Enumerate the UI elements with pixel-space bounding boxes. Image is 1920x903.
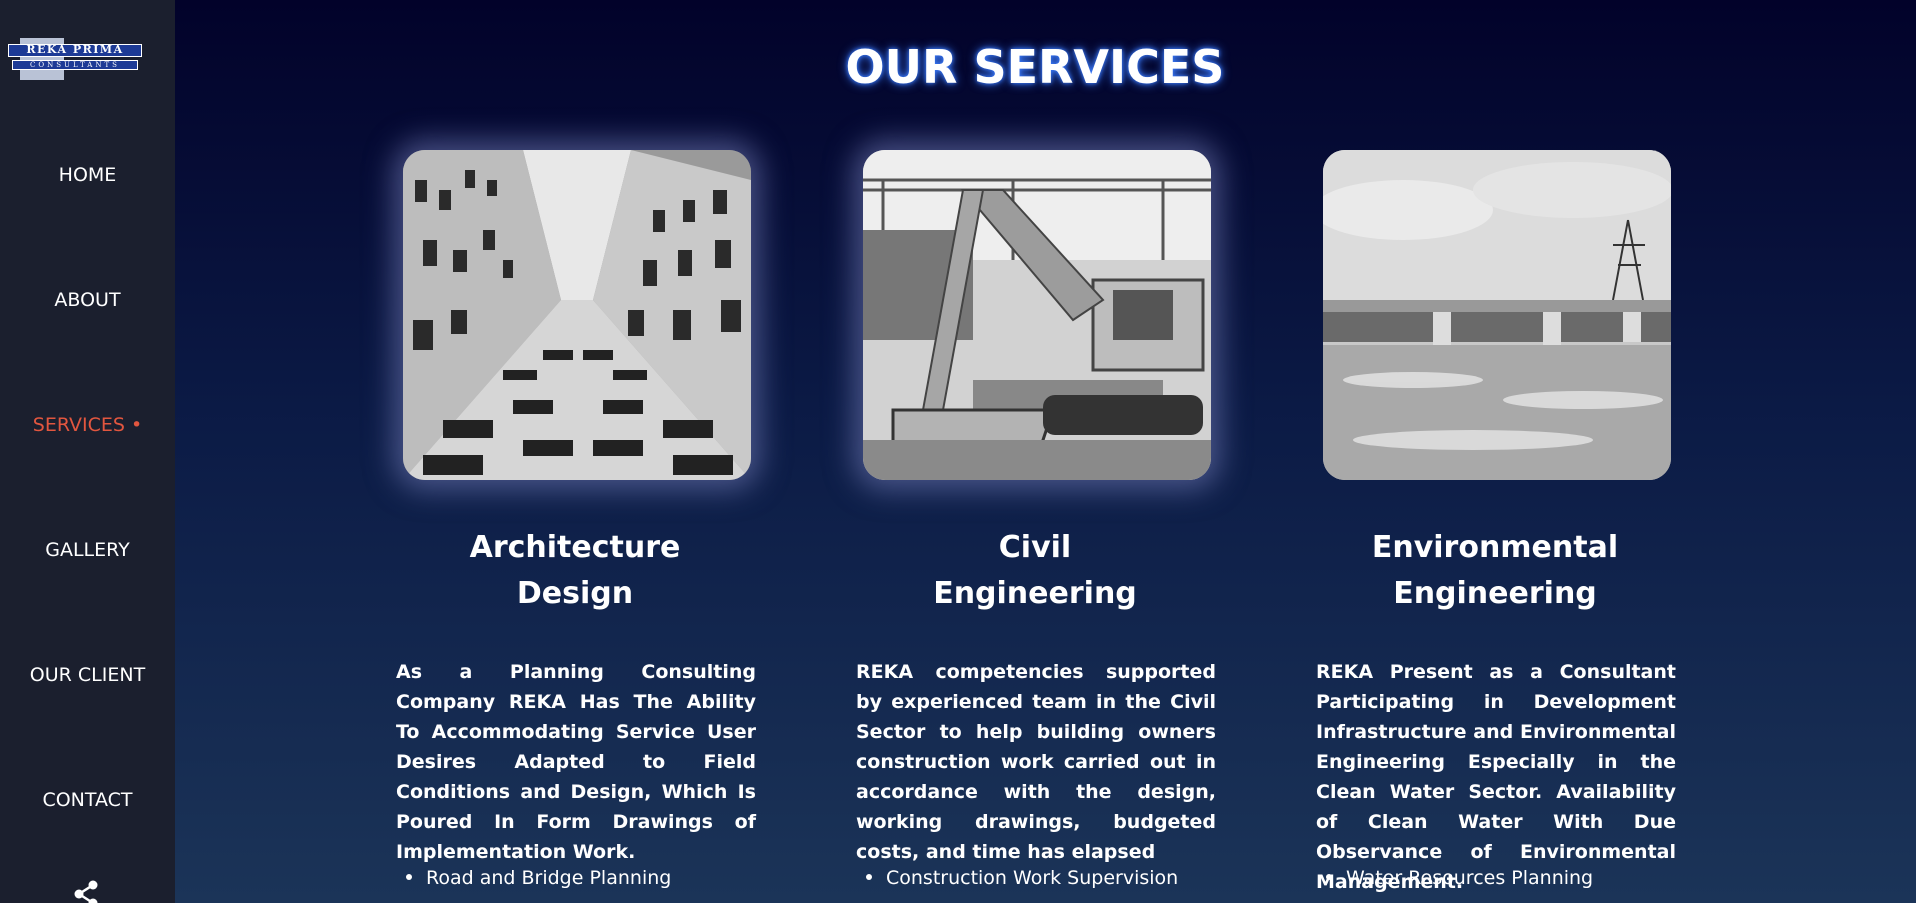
architecture-image — [403, 150, 751, 480]
page-title: OUR SERVICES — [845, 40, 1225, 94]
environmental-title-line2: Engineering — [1393, 576, 1597, 611]
bullet-dot — [866, 873, 872, 880]
civil-image — [863, 150, 1211, 480]
environmental-bullet-text: Water Resources Planning — [1346, 867, 1594, 889]
nav-services[interactable]: SERVICES • — [0, 414, 175, 436]
environmental-title: Environmental Engineering — [1315, 525, 1675, 617]
civil-title-line2: Engineering — [933, 576, 1137, 611]
services-section: OUR SERVICES Architecture Design Civil E… — [175, 0, 1920, 903]
environmental-description: REKA Present as a Consultant Participati… — [1316, 661, 1676, 893]
logo-name: REKA PRIMA — [26, 43, 124, 56]
environmental-bullet: Water Resources Planning — [1316, 867, 1593, 889]
civil-bullet: Construction Work Supervision — [856, 867, 1178, 889]
environmental-title-line1: Environmental — [1371, 530, 1619, 565]
architecture-title-line2: Design — [516, 576, 634, 611]
architecture-description: As a Planning Consulting Company REKA Ha… — [396, 661, 756, 863]
sidebar: REKA PRIMA CONSULTANTS HOME ABOUT SERVIC… — [0, 0, 175, 903]
civil-description: REKA competencies supported by experienc… — [856, 661, 1216, 863]
architecture-title: Architecture Design — [395, 525, 755, 617]
civil-title: Civil Engineering — [855, 525, 1215, 617]
architecture-title-line1: Architecture — [469, 530, 681, 565]
bullet-dot — [1326, 873, 1332, 880]
nav-home[interactable]: HOME — [0, 164, 175, 186]
nav-our-client[interactable]: OUR CLIENT — [0, 664, 175, 686]
environmental-image — [1323, 150, 1671, 480]
nav-gallery[interactable]: GALLERY — [0, 539, 175, 561]
architecture-bullet: Road and Bridge Planning — [396, 867, 671, 889]
civil-bullet-text: Construction Work Supervision — [886, 867, 1179, 889]
civil-title-line1: Civil — [998, 530, 1072, 565]
scrollbar-edge[interactable] — [1916, 0, 1920, 903]
share-icon[interactable] — [72, 880, 100, 903]
logo[interactable]: REKA PRIMA CONSULTANTS — [8, 34, 142, 84]
architecture-bullet-text: Road and Bridge Planning — [426, 867, 672, 889]
logo-sub: CONSULTANTS — [12, 60, 138, 70]
bullet-dot — [406, 873, 412, 880]
nav-about[interactable]: ABOUT — [0, 289, 175, 311]
nav-contact[interactable]: CONTACT — [0, 789, 175, 811]
